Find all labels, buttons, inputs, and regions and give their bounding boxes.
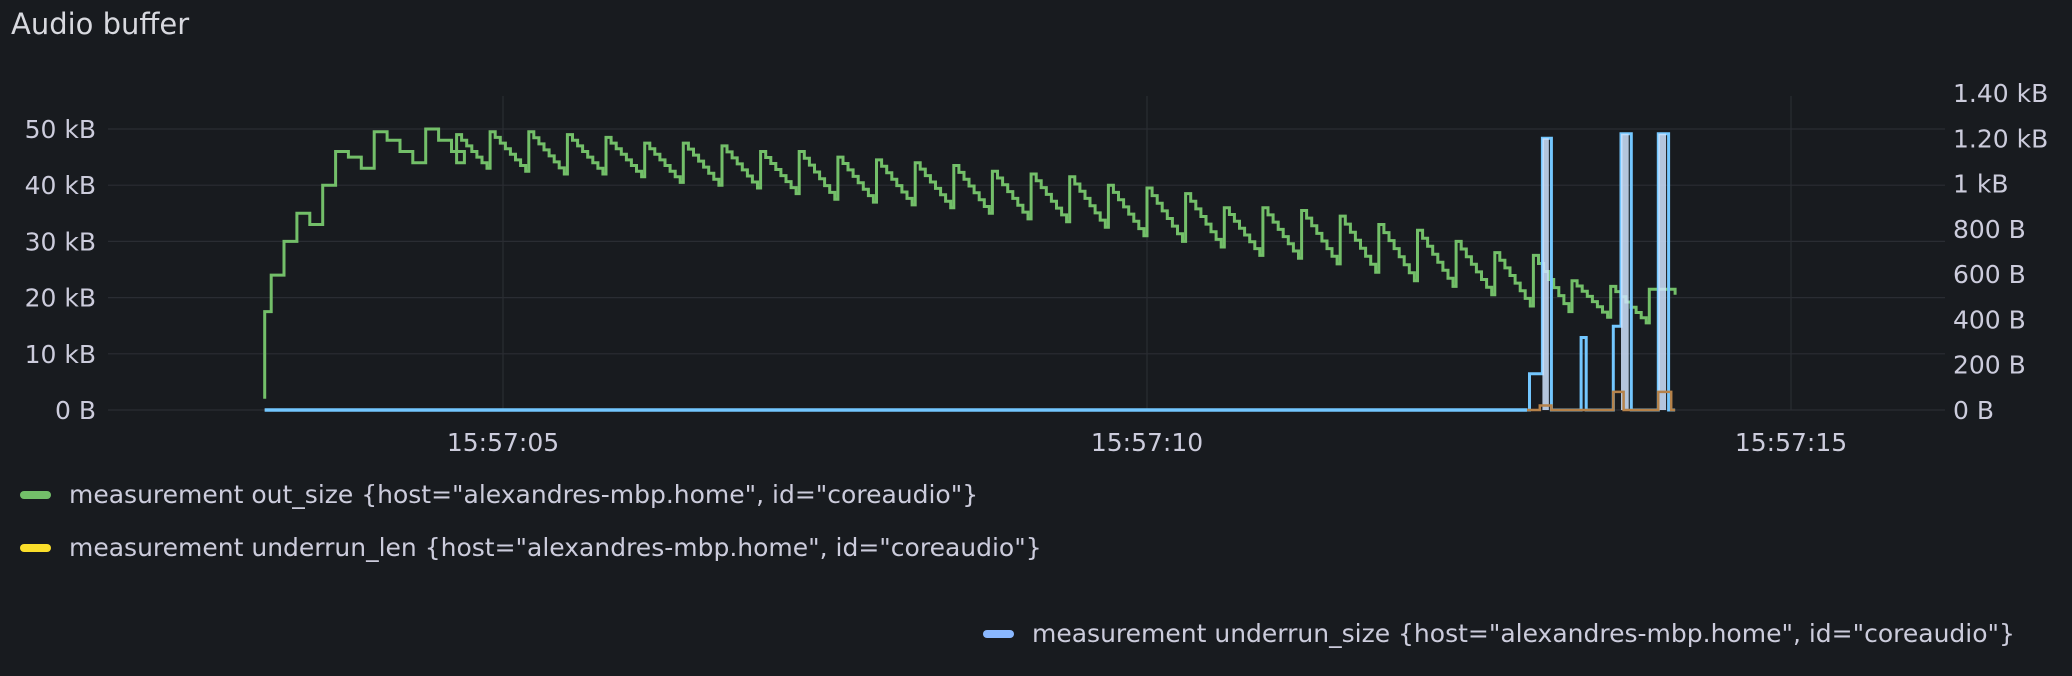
x-tick-label: 15:57:15 (1735, 428, 1847, 457)
legend-item-underrun-len[interactable]: measurement underrun_len {host="alexandr… (20, 533, 1042, 562)
left-axis-ticks: 0 B 10 kB 20 kB 30 kB 40 kB 50 kB (25, 115, 96, 425)
y-right-tick-label: 600 B (1953, 260, 2026, 289)
underrun-size-spike (1658, 133, 1667, 410)
y-right-tick-label: 1.20 kB (1953, 124, 2048, 153)
audio-buffer-chart: 0 B 10 kB 20 kB 30 kB 40 kB 50 kB 0 B 200 B 400… (25, 79, 2049, 457)
y-left-tick-label: 20 kB (25, 284, 96, 313)
x-tick-label: 15:57:10 (1091, 428, 1203, 457)
x-tick-label: 15:57:05 (447, 428, 559, 457)
y-right-tick-label: 800 B (1953, 215, 2026, 244)
right-axis-ticks: 0 B 200 B 400 B 600 B 800 B 1 kB 1.20 kB 1.40 k… (1953, 79, 2048, 425)
y-right-tick-label: 200 B (1953, 351, 2026, 380)
series-line-underrun-size[interactable] (264, 132, 1676, 412)
legend-label-underrun-len: measurement underrun_len {host="alexandr… (69, 533, 1042, 562)
y-left-tick-label: 50 kB (25, 115, 96, 144)
y-right-tick-label: 0 B (1953, 396, 1994, 425)
y-left-tick-label: 40 kB (25, 171, 96, 200)
series-layer (263, 127, 1677, 412)
series-line-out-size[interactable] (263, 127, 1677, 399)
legend-swatch-out-size (20, 490, 51, 499)
y-left-tick-label: 30 kB (25, 227, 96, 256)
legend-item-out-size[interactable]: measurement out_size {host="alexandres-m… (20, 480, 978, 509)
series-line-underrun-len[interactable] (264, 390, 1676, 412)
underrun-size-spike (1542, 138, 1549, 411)
y-right-tick-label: 1.40 kB (1953, 79, 2048, 108)
y-left-tick-label: 0 B (55, 396, 96, 425)
legend-swatch-underrun-size (983, 629, 1014, 638)
y-right-tick-label: 1 kB (1953, 170, 2008, 199)
chart-panel: Audio buffer 0 B 10 kB 20 kB 30 kB 40 kB 50 k… (0, 0, 2072, 676)
x-axis-ticks: 15:57:05 15:57:10 15:57:15 (447, 428, 1847, 457)
legend-label-out-size: measurement out_size {host="alexandres-m… (69, 480, 979, 509)
y-left-tick-label: 10 kB (25, 340, 96, 369)
legend-swatch-underrun-len (20, 543, 51, 552)
legend-label-underrun-size: measurement underrun_size {host="alexand… (1032, 619, 2015, 648)
y-right-tick-label: 400 B (1953, 305, 2026, 334)
legend-item-underrun-size[interactable]: measurement underrun_size {host="alexand… (983, 619, 2015, 648)
underrun-size-spike (1620, 133, 1629, 410)
